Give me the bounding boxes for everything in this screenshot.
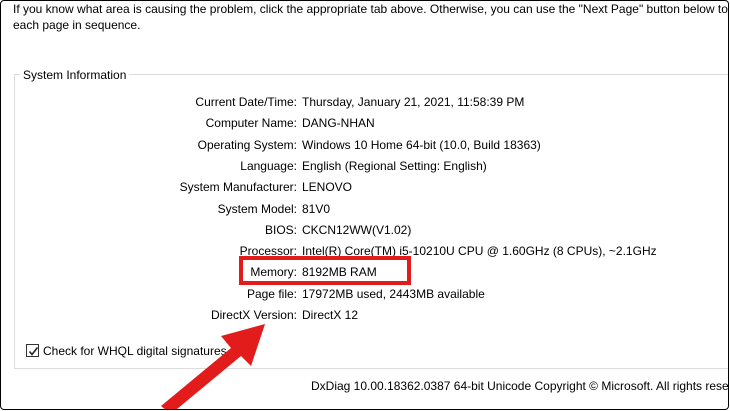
red-arrow-icon bbox=[161, 324, 265, 409]
intro-line-1: If you know what area is causing the pro… bbox=[13, 2, 728, 16]
info-row-value: Windows 10 Home 64-bit (10.0, Build 1836… bbox=[302, 137, 541, 152]
dxdiag-window: If you know what area is causing the pro… bbox=[0, 0, 729, 410]
info-row-label: Current Date/Time: bbox=[195, 95, 297, 109]
info-row-value: English (Regional Setting: English) bbox=[302, 158, 487, 173]
intro-text: If you know what area is causing the pro… bbox=[13, 1, 728, 33]
info-row-value: 81V0 bbox=[302, 201, 331, 216]
system-information-title: System Information bbox=[20, 68, 130, 82]
checkmark-icon bbox=[28, 347, 39, 356]
info-row-value: CKCN12WW(V1.02) bbox=[302, 222, 412, 237]
info-row-label: Operating System: bbox=[197, 137, 297, 152]
info-row-value: LENOVO bbox=[302, 180, 353, 195]
info-row-value: DANG-NHAN bbox=[302, 116, 375, 131]
info-row-label: Page file: bbox=[246, 286, 297, 301]
memory-highlight-box bbox=[239, 256, 411, 285]
info-row-label: System Manufacturer: bbox=[179, 180, 297, 195]
info-row-value: Thursday, January 21, 2021, 11:58:39 PM bbox=[302, 95, 525, 109]
info-row-label: Language: bbox=[240, 158, 297, 173]
info-row-label: BIOS: bbox=[264, 222, 297, 237]
info-row-label: System Model: bbox=[217, 201, 297, 216]
whql-checkbox[interactable] bbox=[26, 344, 39, 357]
footer-copyright: DxDiag 10.00.18362.0387 64-bit Unicode C… bbox=[311, 379, 729, 393]
info-row-value: 17972MB used, 2443MB available bbox=[302, 286, 485, 301]
info-row-label: Computer Name: bbox=[205, 116, 297, 131]
intro-line-2: each page in sequence. bbox=[13, 18, 141, 32]
info-row-value: DirectX 12 bbox=[302, 308, 359, 322]
